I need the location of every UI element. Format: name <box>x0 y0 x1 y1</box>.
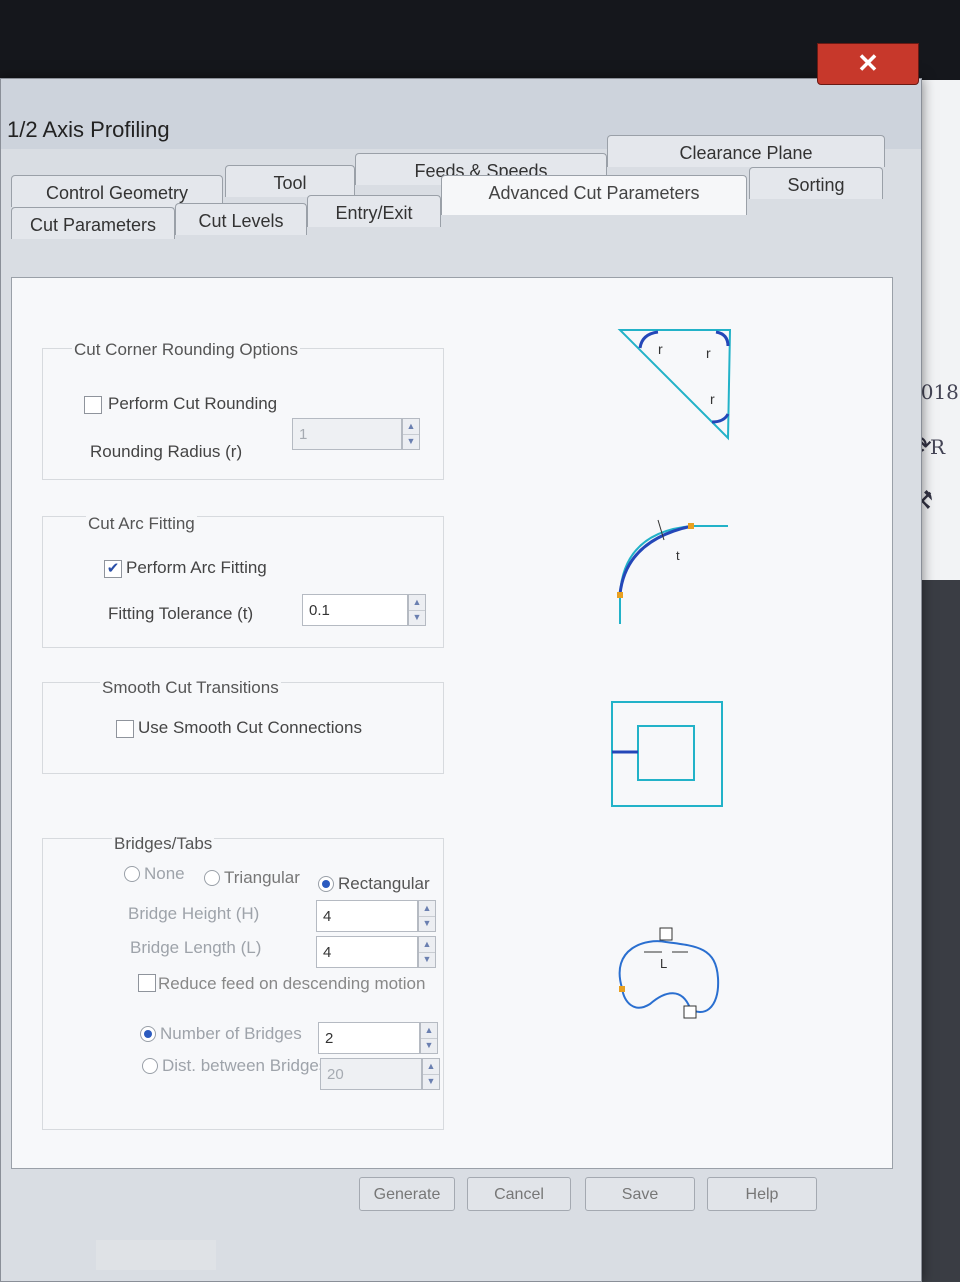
bridges-diagram: L <box>618 927 720 1019</box>
corner-rounding-title: Cut Corner Rounding Options <box>72 340 300 360</box>
background-statusbar <box>96 1240 216 1270</box>
tab-advanced-cut-parameters[interactable]: Advanced Cut Parameters <box>441 175 747 215</box>
bridge-triangular-radio[interactable] <box>204 870 220 886</box>
spinner-down-icon: ▼ <box>422 954 432 964</box>
advanced-cut-parameters-panel: Cut Corner Rounding Options Perform Cut … <box>11 277 893 1169</box>
spinner-up-icon: ▲ <box>419 937 435 953</box>
tab-sorting[interactable]: Sorting <box>749 167 883 199</box>
corner-rounding-diagram: r r r <box>617 329 732 441</box>
tab-cut-parameters[interactable]: Cut Parameters <box>11 207 175 239</box>
dist-between-bridges-input[interactable] <box>320 1058 422 1090</box>
bridge-none-radio[interactable] <box>124 866 140 882</box>
dist-between-bridges-radio[interactable] <box>142 1058 158 1074</box>
spinner-down-icon: ▼ <box>406 436 416 446</box>
rounding-radius-spinner[interactable]: ▲ ▼ <box>402 418 420 450</box>
bridge-rectangular-radio[interactable] <box>318 876 334 892</box>
arc-fitting-group <box>42 516 444 648</box>
bridge-l-label: L <box>660 956 667 971</box>
close-icon: ✕ <box>857 48 879 78</box>
spinner-up-icon: ▲ <box>423 1059 439 1075</box>
tab-tool[interactable]: Tool <box>225 165 355 197</box>
save-button[interactable]: Save <box>585 1177 695 1211</box>
fitting-tolerance-input[interactable] <box>302 594 408 626</box>
spinner-down-icon: ▼ <box>412 612 422 622</box>
close-button[interactable]: ✕ <box>817 43 919 85</box>
smooth-transitions-title: Smooth Cut Transitions <box>100 678 281 698</box>
tolerance-t-label: t <box>676 548 680 563</box>
number-of-bridges-spinner[interactable]: ▲ ▼ <box>420 1022 438 1054</box>
number-of-bridges-label: Number of Bridges <box>160 1024 302 1043</box>
dist-between-bridges-label: Dist. between Bridges <box>162 1056 328 1075</box>
reduce-feed-label: Reduce feed on descending motion <box>158 974 426 993</box>
perform-arc-fitting-checkbox[interactable]: ✔ <box>104 560 122 578</box>
dist-between-bridges-spinner[interactable]: ▲ ▼ <box>422 1058 440 1090</box>
spinner-up-icon: ▲ <box>409 595 425 611</box>
perform-arc-fitting-label: Perform Arc Fitting <box>126 558 267 577</box>
reduce-feed-checkbox[interactable] <box>138 974 156 992</box>
profiling-dialog: 1/2 Axis Profiling ✕ Control Geometry To… <box>0 43 922 1282</box>
spinner-up-icon: ▲ <box>403 419 419 435</box>
generate-button[interactable]: Generate <box>359 1177 455 1211</box>
radius-r-label-1: r <box>658 341 663 357</box>
bridge-length-input[interactable] <box>316 936 418 968</box>
spinner-down-icon: ▼ <box>422 918 432 928</box>
number-of-bridges-radio[interactable] <box>140 1026 156 1042</box>
bridge-length-label: Bridge Length (L) <box>130 938 262 957</box>
radius-r-label-2: r <box>706 345 711 361</box>
bridge-height-label: Bridge Height (H) <box>128 904 260 923</box>
fitting-tolerance-spinner[interactable]: ▲ ▼ <box>408 594 426 626</box>
arc-fitting-title: Cut Arc Fitting <box>86 514 197 534</box>
fitting-tolerance-label: Fitting Tolerance (t) <box>108 604 254 623</box>
tab-cut-levels[interactable]: Cut Levels <box>175 203 307 235</box>
background-r-text: R <box>930 435 946 459</box>
use-smooth-connections-checkbox[interactable] <box>116 720 134 738</box>
rounding-radius-label: Rounding Radius (r) <box>90 442 243 461</box>
tab-clearance-plane[interactable]: Clearance Plane <box>607 135 885 167</box>
perform-cut-rounding-checkbox[interactable] <box>84 396 102 414</box>
use-smooth-connections-label: Use Smooth Cut Connections <box>138 718 362 737</box>
bridge-triangular-label: Triangular <box>224 868 300 887</box>
spinner-up-icon: ▲ <box>419 901 435 917</box>
cancel-button[interactable]: Cancel <box>467 1177 571 1211</box>
radius-r-label-3: r <box>710 391 715 407</box>
bridge-none-label: None <box>144 864 185 883</box>
bridges-title: Bridges/Tabs <box>112 834 215 854</box>
perform-cut-rounding-label: Perform Cut Rounding <box>108 394 278 413</box>
tab-entry-exit[interactable]: Entry/Exit <box>307 195 441 227</box>
spinner-down-icon: ▼ <box>424 1040 434 1050</box>
bridge-length-spinner[interactable]: ▲ ▼ <box>418 936 436 968</box>
bridge-rectangular-label: Rectangular <box>338 874 430 893</box>
bridge-height-spinner[interactable]: ▲ ▼ <box>418 900 436 932</box>
bridge-height-input[interactable] <box>316 900 418 932</box>
help-button[interactable]: Help <box>707 1177 817 1211</box>
smooth-transitions-diagram <box>611 701 723 807</box>
arc-fitting-diagram: t <box>617 519 728 624</box>
dialog-title: 1/2 Axis Profiling <box>7 117 170 142</box>
rounding-radius-input[interactable] <box>292 418 402 450</box>
spinner-down-icon: ▼ <box>426 1076 436 1086</box>
number-of-bridges-input[interactable] <box>318 1022 420 1054</box>
spinner-up-icon: ▲ <box>421 1023 437 1039</box>
